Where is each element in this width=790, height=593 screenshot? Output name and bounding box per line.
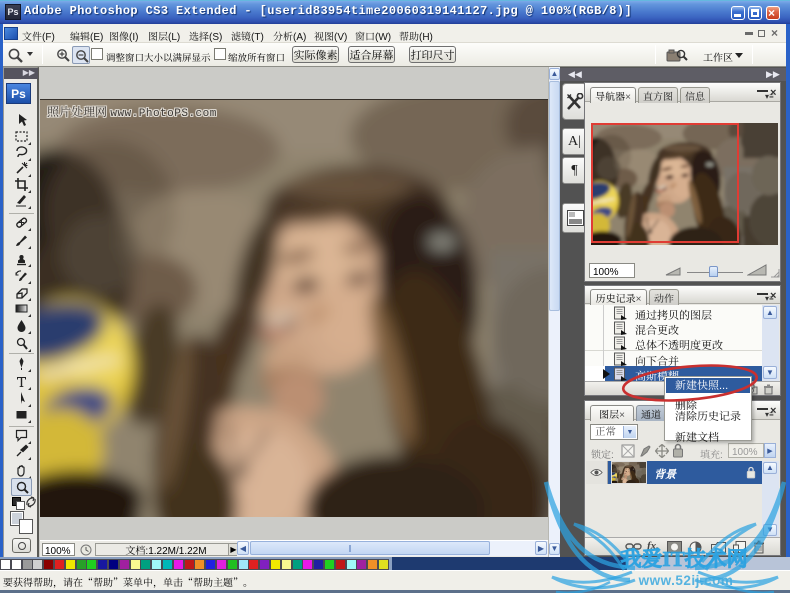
svg-text:www.52ij.com: www.52ij.com <box>638 573 734 588</box>
svg-text:我爱IT技术网: 我爱IT技术网 <box>620 543 747 573</box>
